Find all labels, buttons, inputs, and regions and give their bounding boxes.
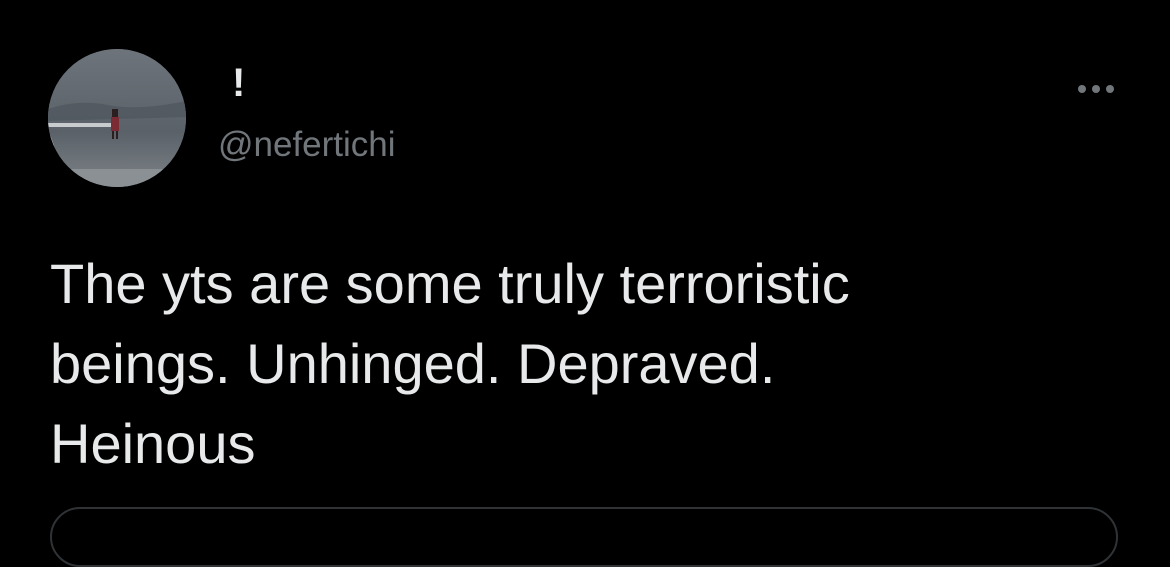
more-options-button[interactable]: [1070, 74, 1120, 104]
quote-card[interactable]: [50, 507, 1118, 567]
avatar[interactable]: [48, 49, 186, 187]
tweet-text: The yts are some truly terroristic being…: [50, 252, 850, 475]
more-horizontal-icon: [1078, 85, 1114, 93]
tweet: ! @nefertichi The yts are some truly ter…: [0, 0, 1170, 567]
avatar-photo: [48, 49, 186, 187]
author-display-name[interactable]: !: [232, 58, 245, 108]
author-handle[interactable]: @nefertichi: [218, 124, 396, 166]
